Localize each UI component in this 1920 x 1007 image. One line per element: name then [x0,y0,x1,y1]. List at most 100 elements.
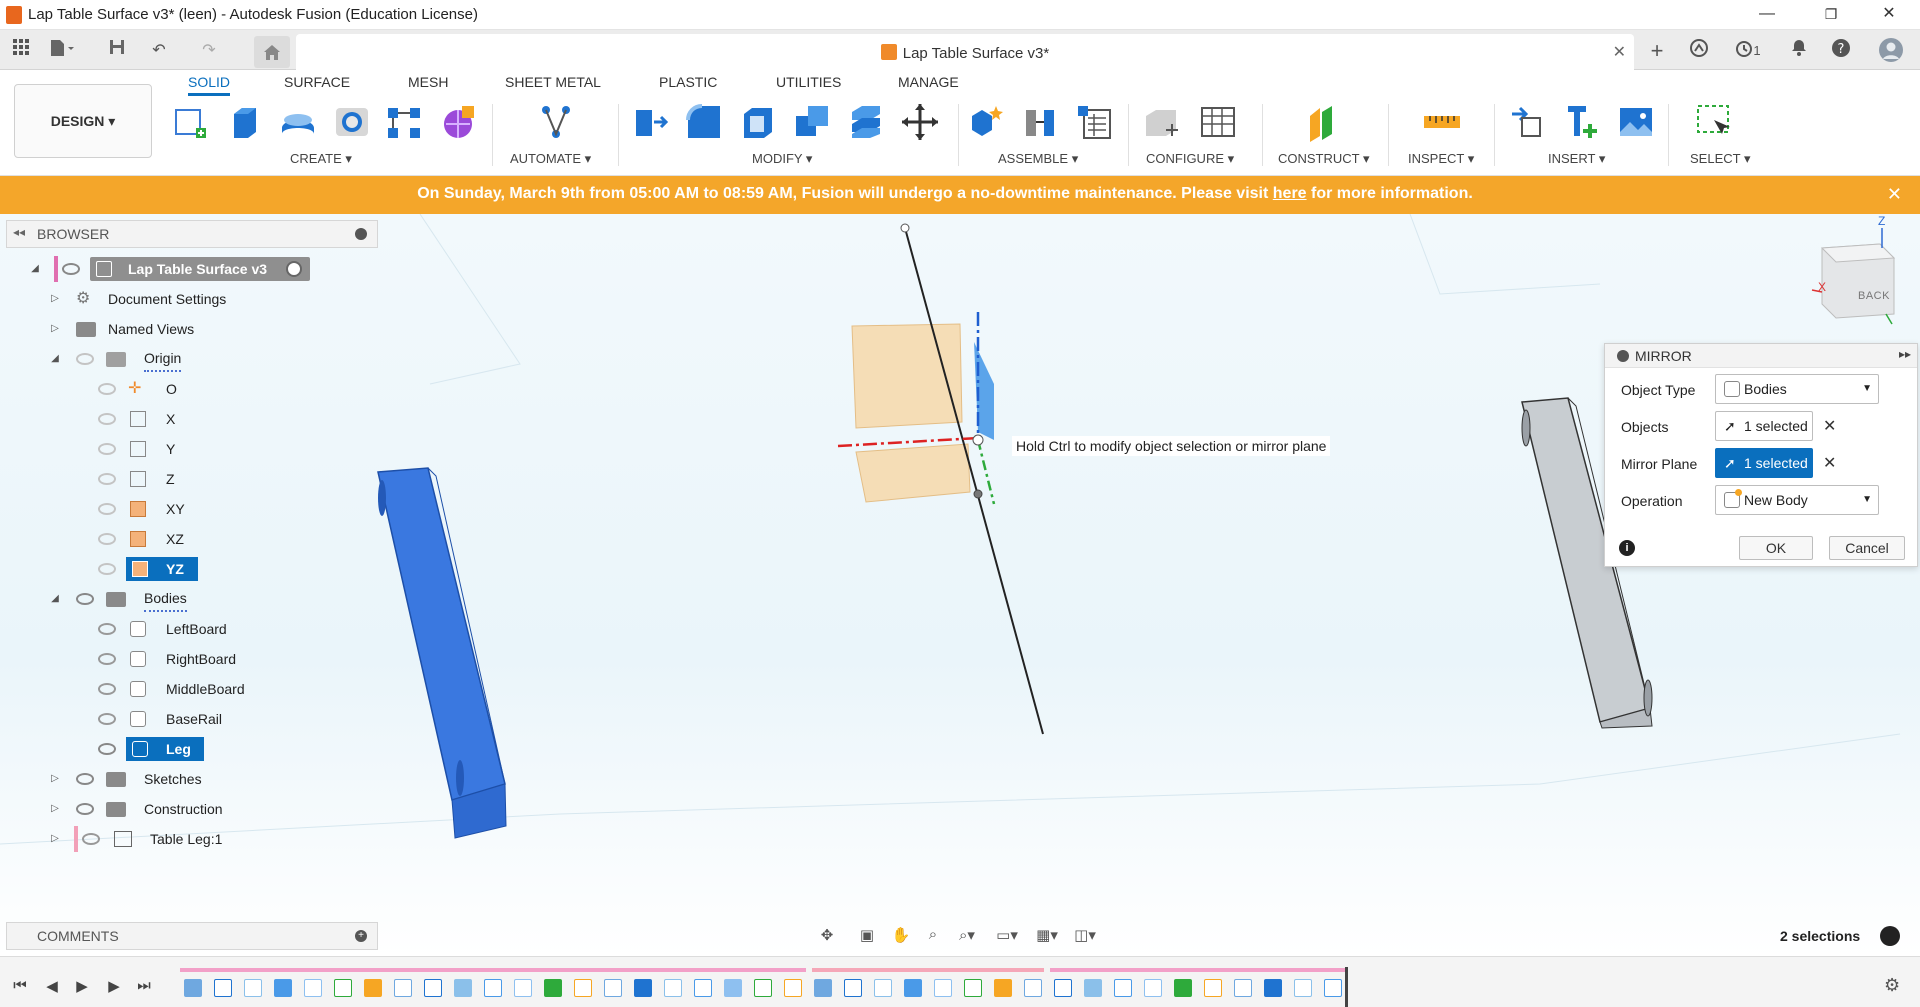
step-back-icon[interactable]: ◀ [42,977,62,997]
extensions-icon[interactable] [1686,38,1712,64]
banner-close-icon[interactable]: ✕ [1887,184,1902,205]
timeline-feature-icon[interactable] [964,979,982,997]
notifications-icon[interactable] [1786,38,1812,64]
mirror-plane-selection-field[interactable]: ➚ 1 selected [1715,448,1813,478]
visibility-eye-off-icon[interactable] [98,503,116,515]
activate-radio-icon[interactable] [286,261,302,277]
expand-triangle-icon[interactable]: ▷ [48,826,62,852]
new-tab-icon[interactable]: + [1644,38,1670,64]
collapse-triangle-icon[interactable]: ◢ [28,256,42,282]
timeline-feature-icon[interactable] [1204,979,1222,997]
banner-link[interactable]: here [1273,185,1307,202]
timeline-feature-icon[interactable] [664,979,682,997]
timeline-feature-icon[interactable] [484,979,502,997]
timeline-feature-icon[interactable] [574,979,592,997]
add-comment-icon[interactable]: + [355,930,367,942]
fillet-icon[interactable] [684,102,724,142]
timeline-feature-icon[interactable] [994,979,1012,997]
tab-manage[interactable]: MANAGE [898,74,959,96]
look-at-icon[interactable]: ▣ [856,926,878,946]
timeline-feature-icon[interactable] [1114,979,1132,997]
timeline-feature-icon[interactable] [934,979,952,997]
visibility-eye-off-icon[interactable] [82,833,100,845]
timeline-feature-icon[interactable] [1144,979,1162,997]
create-group-label[interactable]: CREATE ▾ [290,151,352,167]
collapse-browser-icon[interactable]: ◂◂ [13,225,25,239]
insert-derive-icon[interactable] [1508,102,1548,142]
visibility-eye-off-icon[interactable] [98,443,116,455]
pan-hand-icon[interactable]: ✋ [890,926,912,946]
close-window-button[interactable]: ✕ [1866,0,1912,30]
objects-selection-field[interactable]: ➚ 1 selected [1715,411,1813,441]
viewports-icon[interactable]: ◫▾ [1074,926,1096,946]
timeline-settings-gear-icon[interactable]: ⚙ [1884,975,1900,996]
timeline-feature-icon[interactable] [694,979,712,997]
tab-plastic[interactable]: PLASTIC [659,74,717,96]
visibility-eye-icon[interactable] [76,803,94,815]
mirror-plane-preview[interactable] [837,223,1044,735]
selection-filter-icon[interactable] [1880,926,1900,946]
visibility-eye-off-icon[interactable] [98,713,116,725]
select-window-icon[interactable] [1694,102,1734,142]
visibility-eye-icon[interactable] [76,593,94,605]
visibility-eye-icon[interactable] [98,743,116,755]
new-component-icon[interactable] [968,102,1008,142]
workspace-switcher[interactable]: DESIGN ▾ [14,84,152,158]
timeline-marker[interactable] [1345,967,1348,1007]
browser-pin-icon[interactable] [355,228,367,240]
fit-zoom-icon[interactable]: ⌕▾ [956,926,978,946]
revolve-icon[interactable] [278,102,318,142]
shell-icon[interactable] [738,102,778,142]
timeline-feature-icon[interactable] [334,979,352,997]
root-component-label[interactable]: Lap Table Surface v3 [128,256,267,282]
visibility-eye-off-icon[interactable] [98,383,116,395]
visibility-eye-off-icon[interactable] [98,563,116,575]
collapse-triangle-icon[interactable]: ◢ [48,586,62,612]
tab-sheet-metal[interactable]: SHEET METAL [505,74,601,96]
app-grid-icon[interactable] [8,38,34,64]
file-menu-icon[interactable] [48,38,74,64]
grid-settings-icon[interactable]: ▦▾ [1036,926,1058,946]
document-tab[interactable]: Lap Table Surface v3* ✕ [296,34,1634,70]
select-group-label[interactable]: SELECT ▾ [1690,151,1750,167]
close-tab-icon[interactable]: ✕ [1613,42,1626,62]
object-type-select[interactable]: Bodies ▼ [1715,374,1879,404]
timeline-feature-icon[interactable] [304,979,322,997]
combine-icon[interactable] [792,102,832,142]
extrude-icon[interactable] [224,102,264,142]
info-icon[interactable]: i [1619,540,1635,556]
timeline-feature-icon[interactable] [364,979,382,997]
help-icon[interactable]: ? [1828,38,1854,64]
expand-triangle-icon[interactable]: ▷ [48,286,62,312]
redo-icon[interactable]: ↷ [196,38,222,64]
joint-icon[interactable] [1020,102,1060,142]
configure-icon[interactable] [1142,102,1182,142]
clear-objects-icon[interactable]: ✕ [1823,416,1836,436]
offset-plane-icon[interactable] [1302,102,1342,142]
timeline-feature-icon[interactable] [1024,979,1042,997]
selected-leg-body[interactable] [377,467,507,839]
tab-surface[interactable]: SURFACE [284,74,350,96]
press-pull-icon[interactable] [630,102,670,142]
timeline-feature-icon[interactable] [1174,979,1192,997]
cancel-button[interactable]: Cancel [1829,536,1905,560]
move-copy-icon[interactable] [900,102,940,142]
go-to-end-icon[interactable]: ⏭ [134,977,154,997]
timeline-feature-icon[interactable] [1054,979,1072,997]
expand-triangle-icon[interactable]: ▷ [48,796,62,822]
ok-button[interactable]: OK [1739,536,1813,560]
viewport-canvas[interactable]: BACK Z X Hold Ctrl to modify object sele… [0,214,1920,956]
tab-utilities[interactable]: UTILITIES [776,74,841,96]
create-sketch-icon[interactable] [170,102,210,142]
timeline-feature-icon[interactable] [1294,979,1312,997]
display-settings-icon[interactable]: ▭▾ [996,926,1018,946]
zoom-icon[interactable]: ⌕ [922,926,944,946]
save-icon[interactable] [104,38,130,64]
timeline-feature-icon[interactable] [724,979,742,997]
measure-icon[interactable] [1422,102,1462,142]
hole-icon[interactable] [332,102,372,142]
visibility-eye-off-icon[interactable] [98,413,116,425]
tab-solid[interactable]: SOLID [188,74,231,96]
form-icon[interactable] [438,102,478,142]
timeline-feature-icon[interactable] [1324,979,1342,997]
